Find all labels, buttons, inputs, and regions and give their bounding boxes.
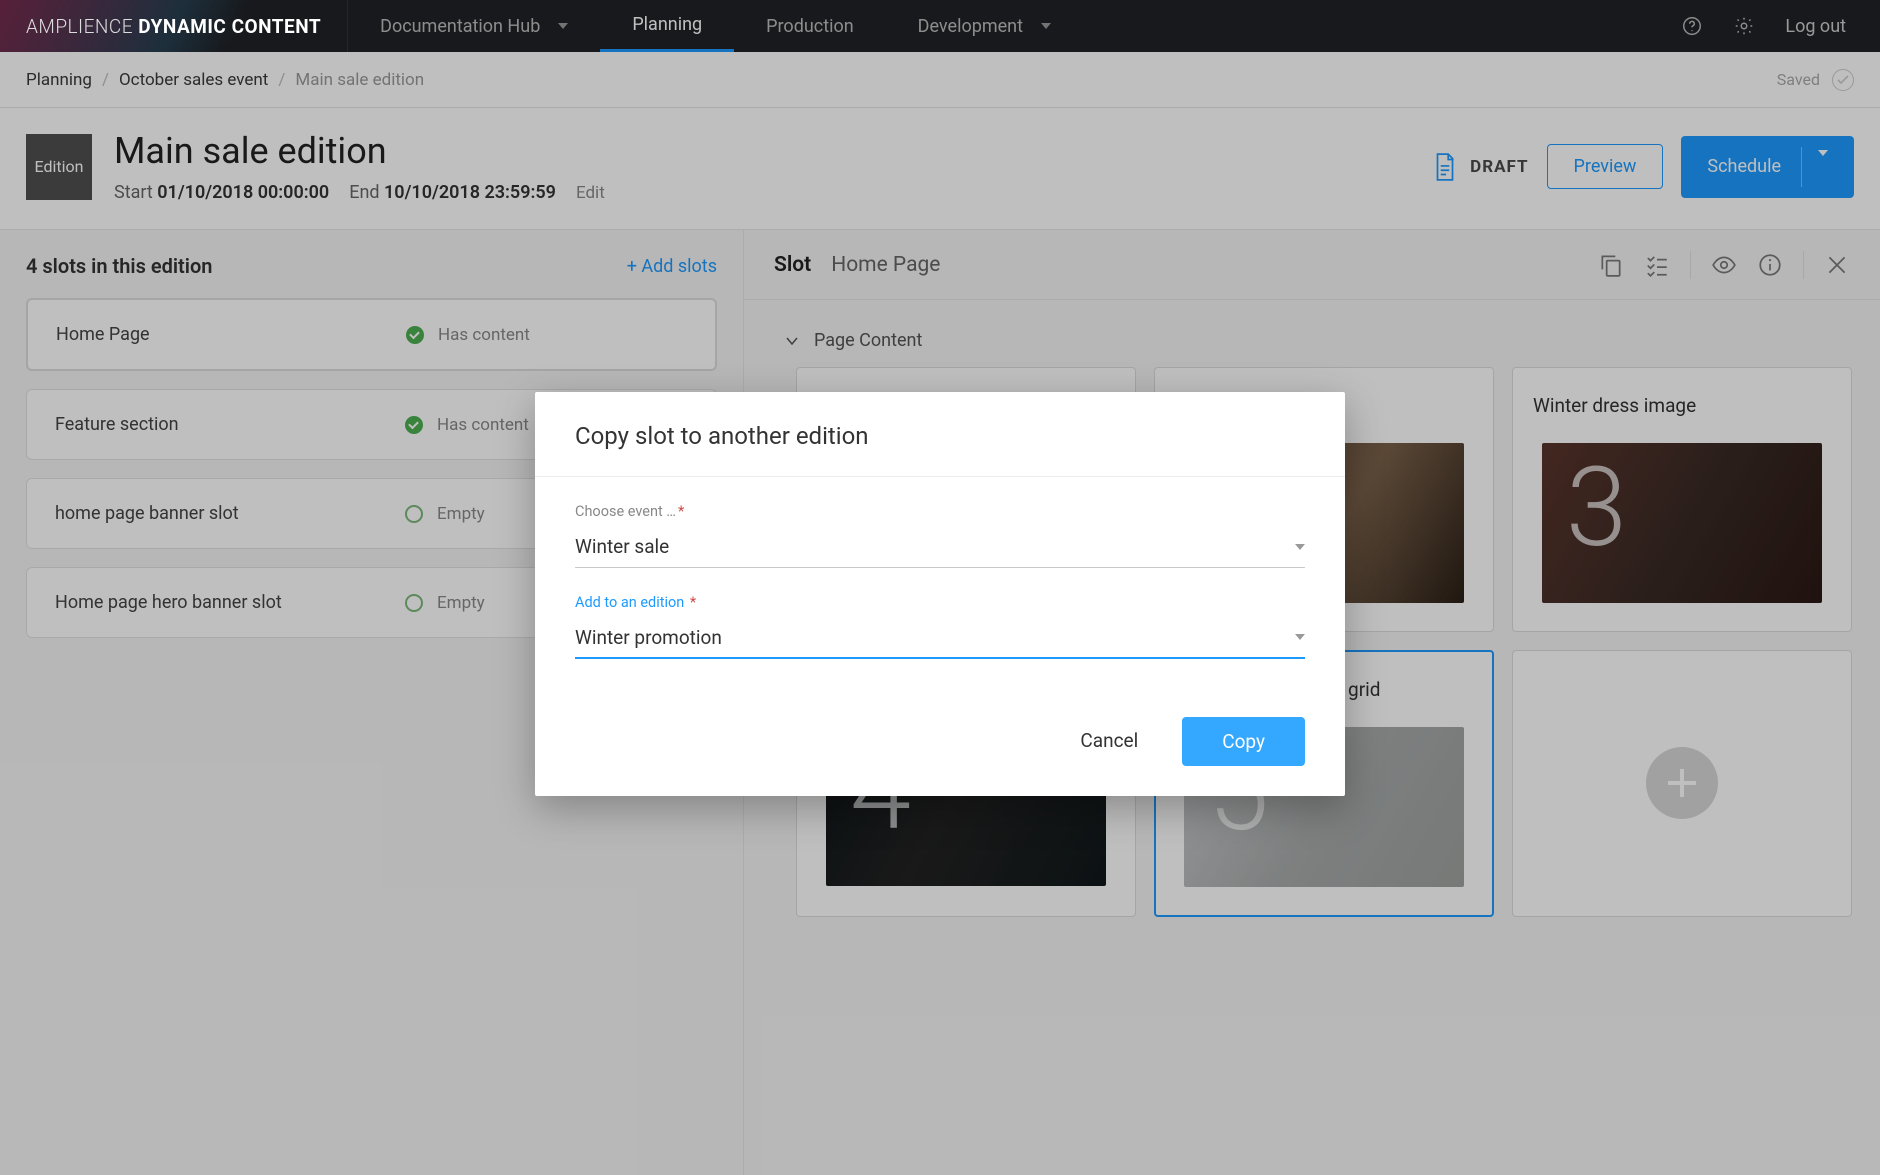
event-select[interactable]: Winter sale <box>575 526 1305 568</box>
chevron-down-icon <box>1295 634 1305 640</box>
copy-slot-dialog: Copy slot to another edition Choose even… <box>535 392 1345 796</box>
cancel-button[interactable]: Cancel <box>1062 717 1156 766</box>
event-field-label: Choose event …* <box>575 503 1305 520</box>
brand-logo: AMPLIENCE DYNAMIC CONTENT <box>0 15 347 38</box>
edition-select[interactable]: Winter promotion <box>575 617 1305 659</box>
chevron-down-icon <box>1295 544 1305 550</box>
dialog-title: Copy slot to another edition <box>535 392 1345 477</box>
edition-field-label: Add to an edition * <box>575 594 1305 611</box>
copy-button[interactable]: Copy <box>1182 717 1305 766</box>
